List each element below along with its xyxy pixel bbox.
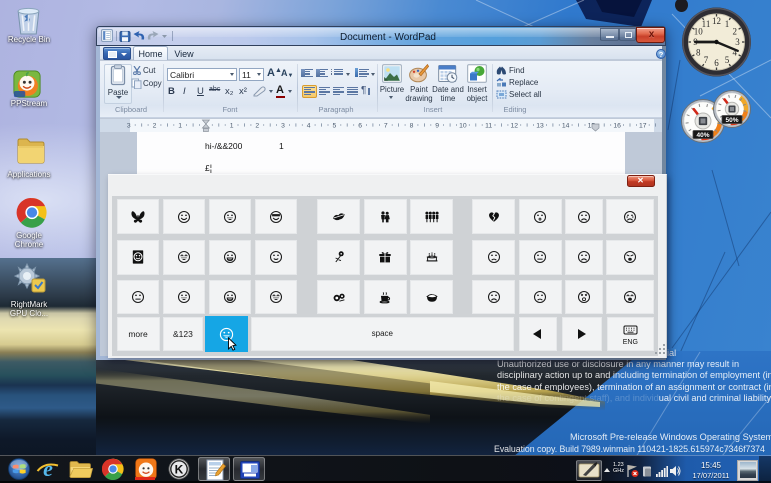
svg-text:14: 14: [562, 122, 570, 129]
svg-text:2: 2: [153, 122, 157, 129]
svg-text:40%: 40%: [696, 132, 709, 139]
svg-text:3: 3: [735, 37, 740, 47]
svg-text:5: 5: [725, 55, 730, 65]
svg-text:50%: 50%: [725, 117, 738, 124]
svg-text:6: 6: [714, 58, 719, 68]
svg-text:11: 11: [702, 19, 711, 29]
svg-text:7: 7: [704, 55, 709, 65]
svg-text:17: 17: [639, 122, 647, 129]
svg-text:3: 3: [127, 122, 131, 129]
svg-text:11: 11: [485, 122, 492, 129]
svg-text:1: 1: [230, 122, 234, 129]
svg-text:5: 5: [333, 122, 337, 129]
svg-text:13: 13: [536, 122, 544, 129]
svg-text:8: 8: [410, 122, 414, 129]
svg-text:2: 2: [255, 122, 259, 129]
svg-text:1: 1: [178, 122, 182, 129]
svg-text:10: 10: [459, 122, 467, 129]
svg-text:16: 16: [613, 122, 621, 129]
svg-text:K: K: [175, 463, 184, 477]
svg-text:2: 2: [732, 27, 737, 37]
svg-text:12: 12: [511, 122, 519, 129]
svg-text:e: e: [43, 457, 53, 481]
svg-text:9: 9: [435, 122, 439, 129]
svg-text:6: 6: [358, 122, 362, 129]
svg-text:12: 12: [712, 16, 721, 26]
svg-text:7: 7: [384, 122, 388, 129]
svg-text:3: 3: [281, 122, 285, 129]
svg-text:1: 1: [725, 19, 730, 29]
svg-text:8: 8: [696, 48, 701, 58]
svg-text:4: 4: [307, 122, 311, 129]
